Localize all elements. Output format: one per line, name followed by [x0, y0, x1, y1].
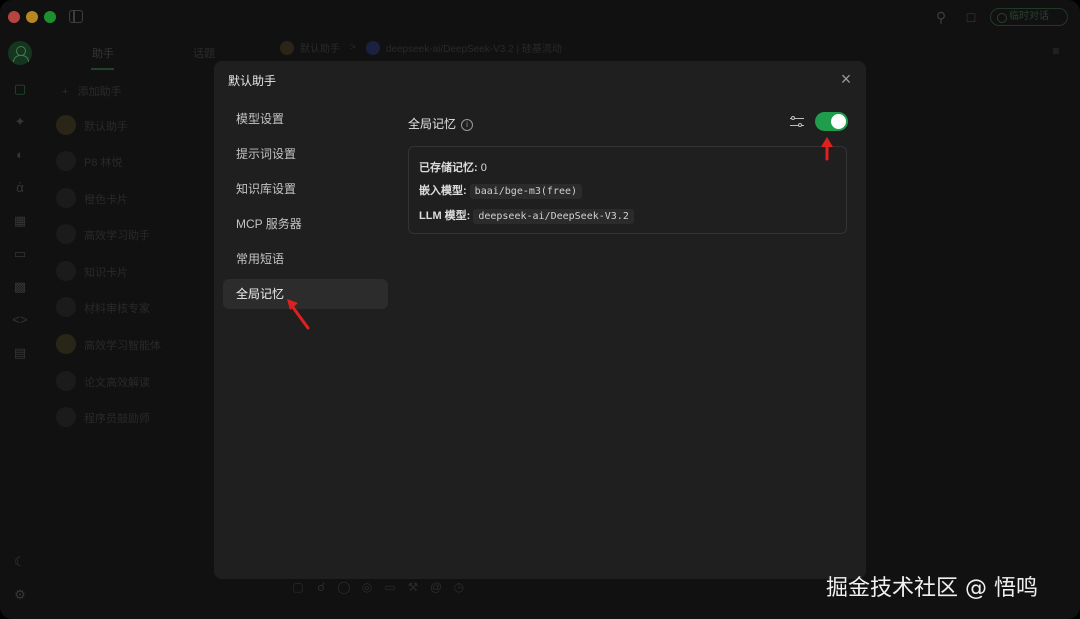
- toggle-knob: [831, 114, 846, 129]
- menu-item-prompt-settings[interactable]: 提示词设置: [223, 139, 388, 169]
- stored-memory-count: 0: [480, 162, 487, 174]
- annotation-arrow-icon: [287, 299, 310, 330]
- modal-title: 默认助手: [228, 74, 277, 88]
- stored-memory-row: 已存储记忆: 0: [419, 159, 487, 175]
- embed-model-value: baai/bge-m3(free): [469, 184, 583, 199]
- llm-model-label: LLM 模型:: [419, 210, 471, 222]
- memory-toggle[interactable]: [815, 112, 848, 131]
- menu-item-phrases[interactable]: 常用短语: [223, 244, 388, 274]
- section-title-text: 全局记忆: [408, 117, 457, 131]
- menu-item-knowledge-settings[interactable]: 知识库设置: [223, 174, 388, 204]
- embed-model-row: 嵌入模型: baai/bge-m3(free): [419, 182, 583, 199]
- llm-model-row: LLM 模型: deepseek-ai/DeepSeek-V3.2: [419, 207, 634, 224]
- watermark: 掘金技术社区 @ 悟鸣: [826, 576, 1038, 601]
- section-title: 全局记忆 i: [408, 115, 474, 132]
- app-window: ⚲ □ 临时对话 ▢ ✦ ◐ ἀ ▦ ▭ ▩ <> ▤ ☾ ⚙ 助手 话题 + …: [0, 0, 1080, 619]
- menu-item-mcp-servers[interactable]: MCP 服务器: [223, 209, 388, 239]
- stored-memory-label: 已存储记忆:: [419, 162, 478, 174]
- embed-model-label: 嵌入模型:: [419, 185, 467, 197]
- info-icon[interactable]: i: [461, 118, 474, 131]
- tune-icon[interactable]: [790, 115, 804, 129]
- close-icon[interactable]: ×: [836, 69, 856, 89]
- memory-info-box: 已存储记忆: 0 嵌入模型: baai/bge-m3(free) LLM 模型: d…: [408, 146, 847, 234]
- annotation-arrow-icon: [821, 137, 833, 161]
- llm-model-value: deepseek-ai/DeepSeek-V3.2: [473, 209, 634, 224]
- menu-item-model-settings[interactable]: 模型设置: [223, 104, 388, 134]
